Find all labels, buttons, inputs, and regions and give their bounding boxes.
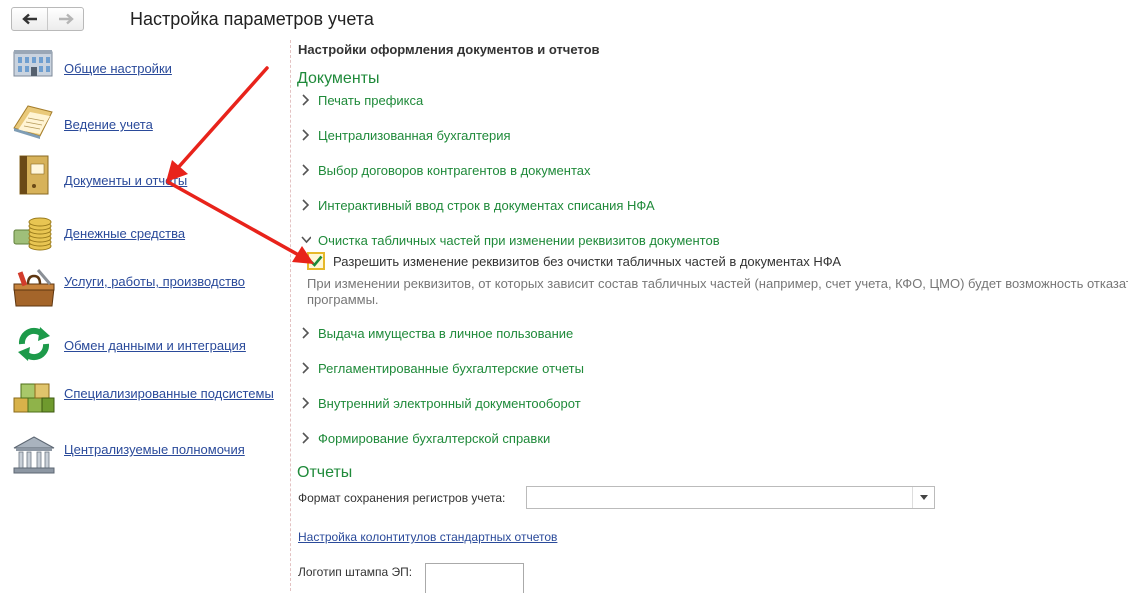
toolbox-icon: [13, 269, 55, 307]
sidebar-item-label: Денежные средства: [64, 226, 186, 241]
chevron-right-icon: [302, 199, 310, 211]
triangle-down-icon: [919, 495, 928, 500]
sidebar-item-services[interactable]: Услуги, работы, производство: [8, 266, 288, 314]
divider: [290, 40, 291, 591]
group-internal-edo[interactable]: Внутренний электронный документооборот: [301, 394, 581, 412]
chevron-right-icon: [302, 129, 310, 141]
sidebar-item-special[interactable]: Специализированные подсистемы: [8, 378, 288, 426]
ledger-icon: [13, 105, 53, 139]
sidebar-item-documents[interactable]: Документы и отчеты: [8, 154, 288, 202]
chevron-right-icon: [302, 362, 310, 374]
group-centralized-accounting[interactable]: Централизованная бухгалтерия: [301, 126, 511, 144]
group-label: Интерактивный ввод строк в документах сп…: [318, 197, 655, 213]
history-nav: [11, 7, 84, 31]
group-interactive-input[interactable]: Интерактивный ввод строк в документах сп…: [301, 196, 655, 214]
sidebar-item-accounting[interactable]: Ведение учета: [8, 98, 288, 146]
group-label: Формирование бухгалтерской справки: [318, 430, 551, 446]
group-contract-choice[interactable]: Выбор договоров контрагентов в документа…: [301, 161, 591, 179]
sidebar-item-label: Специализированные подсистемы: [64, 386, 274, 401]
register-format-label: Формат сохранения регистров учета:: [298, 491, 506, 505]
hint-text: При изменении реквизитов, от которых зав…: [307, 276, 1128, 308]
sidebar-item-label: Ведение учета: [64, 117, 153, 132]
group-label: Печать префикса: [318, 92, 424, 108]
sidebar-item-general[interactable]: Общие настройки: [8, 42, 288, 90]
allow-change-checkbox[interactable]: [307, 252, 325, 270]
page-title: Настройка параметров учета: [130, 9, 374, 29]
register-format-select[interactable]: [526, 486, 935, 509]
group-label: Очистка табличных частей при изменении р…: [318, 232, 720, 248]
sidebar-item-exchange[interactable]: Обмен данными и интеграция: [8, 322, 288, 370]
building-icon: [13, 50, 53, 77]
sidebar-item-label: Централизуемые полномочия: [64, 442, 245, 457]
group-accounting-certificate[interactable]: Формирование бухгалтерской справки: [301, 429, 550, 447]
sidebar-item-label: Общие настройки: [64, 61, 172, 76]
forward-button[interactable]: [47, 8, 83, 30]
binder-icon: [19, 155, 49, 195]
hint-line: При изменении реквизитов, от которых зав…: [307, 276, 1128, 291]
chevron-right-icon: [302, 94, 310, 106]
checkbox-label: Разрешить изменение реквизитов без очист…: [333, 253, 842, 269]
group-label: Внутренний электронный документооборот: [318, 395, 581, 411]
stamp-logo-field[interactable]: [425, 563, 524, 593]
sidebar-item-label: Обмен данными и интеграция: [64, 338, 246, 353]
group-print-prefix[interactable]: Печать префикса: [301, 91, 423, 109]
chevron-right-icon: [302, 432, 310, 444]
group-table-cleanup[interactable]: Очистка табличных частей при изменении р…: [301, 231, 720, 249]
back-button[interactable]: [12, 8, 47, 30]
chevron-right-icon: [302, 397, 310, 409]
arrow-left-icon: [21, 13, 37, 25]
dropdown-button[interactable]: [912, 487, 934, 508]
group-label: Выбор договоров контрагентов в документа…: [318, 162, 591, 178]
sidebar-item-money[interactable]: Денежные средства: [8, 210, 288, 258]
cubes-icon: [13, 383, 55, 413]
reports-heading: Отчеты: [297, 464, 353, 481]
group-label: Централизованная бухгалтерия: [318, 127, 511, 143]
coins-icon: [13, 217, 52, 251]
documents-heading: Документы: [297, 70, 380, 87]
arrow-right-icon: [58, 13, 74, 25]
group-regulated-reports[interactable]: Регламентированные бухгалтерские отчеты: [301, 359, 584, 377]
checkmark-icon: [309, 255, 323, 267]
bank-icon: [13, 436, 55, 474]
hint-line: программы.: [307, 292, 379, 307]
sidebar-item-label: Услуги, работы, производство: [64, 274, 246, 289]
sidebar-item-centralized[interactable]: Централизуемые полномочия: [8, 434, 288, 482]
sync-icon: [18, 327, 50, 361]
sidebar-item-label: Документы и отчеты: [64, 173, 188, 188]
stamp-logo-label: Логотип штампа ЭП:: [298, 565, 413, 579]
allow-change-checkbox-row[interactable]: Разрешить изменение реквизитов без очист…: [307, 252, 841, 270]
group-label: Выдача имущества в личное пользование: [318, 325, 574, 341]
section-title: Настройки оформления документов и отчето…: [298, 42, 600, 57]
chevron-down-icon: [301, 236, 311, 244]
chevron-right-icon: [302, 164, 310, 176]
group-personal-use[interactable]: Выдача имущества в личное пользование: [301, 324, 573, 342]
chevron-right-icon: [302, 327, 310, 339]
headers-settings-link[interactable]: Настройка колонтитулов стандартных отчет…: [298, 530, 557, 544]
group-label: Регламентированные бухгалтерские отчеты: [318, 360, 584, 376]
